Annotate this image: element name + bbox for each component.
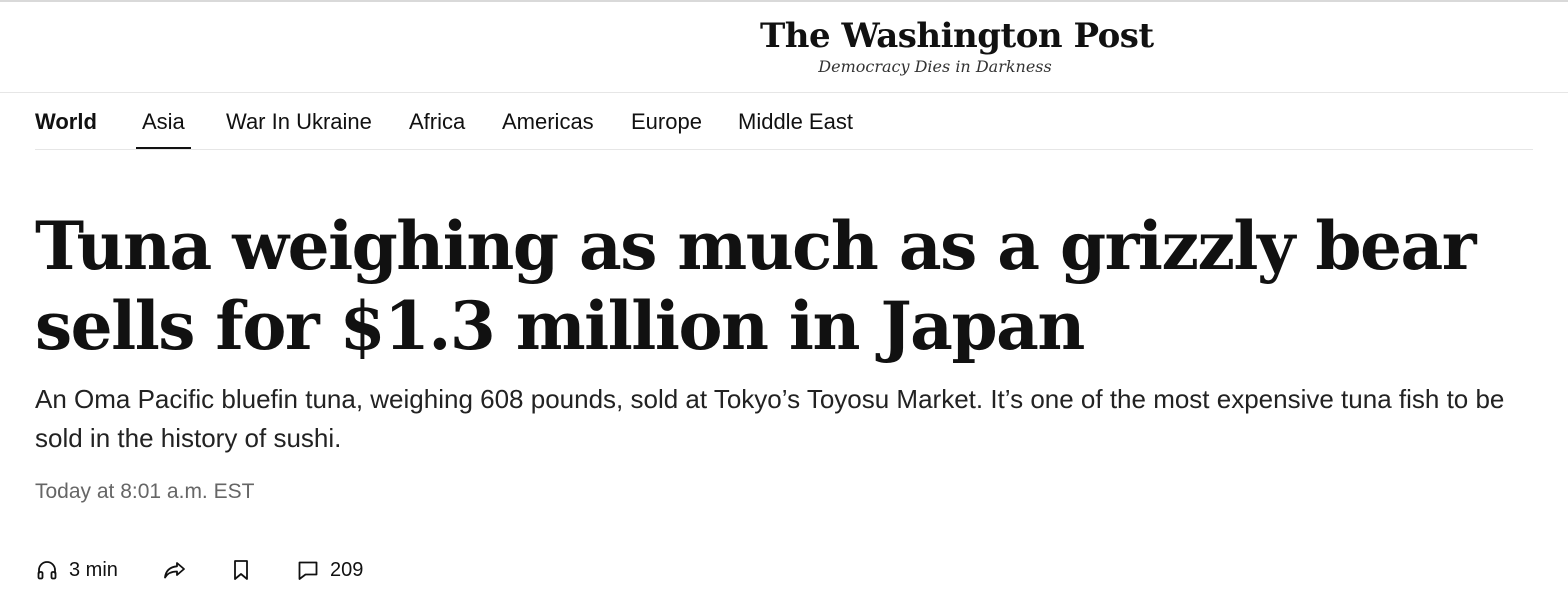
site-tagline: Democracy Dies in Darkness	[818, 57, 1052, 76]
bookmark-icon	[230, 558, 252, 582]
nav-item-americas[interactable]: Americas	[502, 93, 594, 149]
comment-icon	[296, 558, 320, 582]
site-logo[interactable]: The Washington Post	[760, 16, 1154, 56]
nav-item-asia[interactable]: Asia	[136, 93, 191, 149]
nav-item-middle-east[interactable]: Middle East	[738, 93, 853, 149]
comments-count: 209	[330, 558, 364, 581]
nav-item-europe[interactable]: Europe	[631, 93, 702, 149]
save-button[interactable]	[230, 552, 252, 588]
headphones-icon	[35, 558, 59, 582]
listen-button[interactable]: 3 min	[35, 552, 118, 588]
share-icon	[162, 558, 188, 582]
article-headline: Tuna weighing as much as a grizzly bear …	[35, 207, 1477, 365]
share-button[interactable]	[162, 552, 188, 588]
nav-item-war-in-ukraine[interactable]: War In Ukraine	[226, 93, 372, 149]
listen-duration: 3 min	[69, 558, 118, 581]
masthead: The Washington Post Democracy Dies in Da…	[0, 2, 1568, 93]
article-timestamp: Today at 8:01 a.m. EST	[35, 480, 255, 503]
section-nav: World Asia War In Ukraine Africa America…	[35, 93, 1533, 150]
comments-button[interactable]: 209	[296, 552, 363, 588]
nav-item-africa[interactable]: Africa	[409, 93, 465, 149]
article-dek: An Oma Pacific bluefin tuna, weighing 60…	[35, 384, 1505, 453]
nav-section-world[interactable]: World	[35, 93, 97, 149]
